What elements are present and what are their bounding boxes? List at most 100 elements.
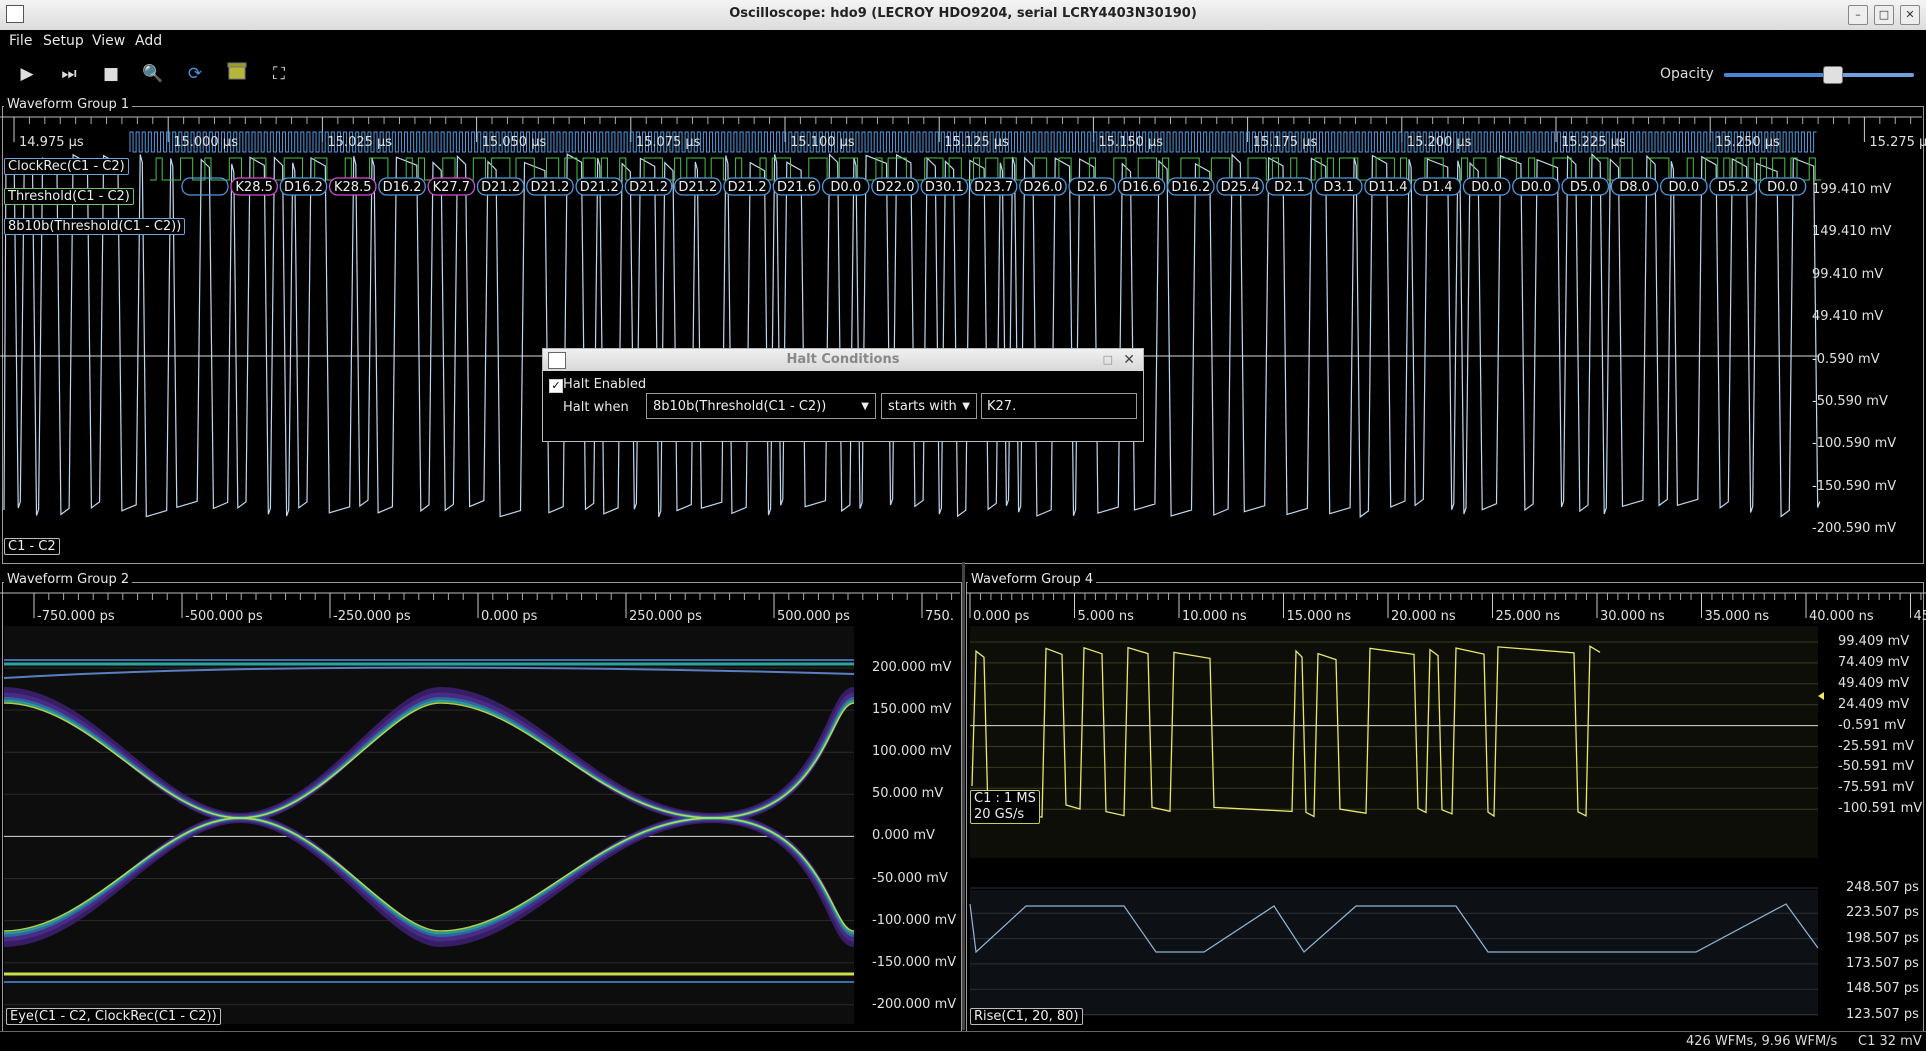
trigger-level-marker (1818, 692, 1824, 700)
decoded-symbol: D21.2 (580, 180, 619, 195)
decoded-symbol: D21.2 (728, 180, 767, 195)
time-tick-label: 15.000 ns (1287, 609, 1352, 624)
halt-source-select[interactable]: 8b10b(Threshold(C1 - C2)) ▼ (646, 393, 876, 419)
play-icon[interactable]: ▶ (12, 60, 42, 88)
decoded-symbol: D22.0 (876, 180, 915, 195)
dialog-maximize-icon[interactable]: □ (1103, 349, 1113, 371)
clear-history-icon[interactable] (222, 60, 252, 88)
channel-status: C1 32 mV (1858, 1034, 1922, 1049)
y-tick-label: -50.000 mV (872, 871, 948, 886)
time-tick-label: 15.175 µs (1253, 135, 1318, 150)
y-tick-label: -200.000 mV (872, 997, 956, 1012)
decoded-symbol: D21.2 (629, 180, 668, 195)
time-tick-label: 15.150 µs (1098, 135, 1163, 150)
menu-add[interactable]: Add (135, 33, 162, 49)
y-tick-label: 74.409 mV (1838, 655, 1909, 670)
channel-label-c1-c2[interactable]: C1 - C2 (4, 538, 60, 555)
dialog-close-icon[interactable]: ✕ (1123, 349, 1135, 371)
y-tick-label: 0.000 mV (872, 828, 935, 843)
y-tick-label: -150.000 mV (872, 955, 956, 970)
time-tick-label: 5.000 ns (1078, 609, 1134, 624)
group-4-plot[interactable] (966, 586, 1926, 1030)
decoded-symbol: D23.7 (974, 180, 1013, 195)
opacity-slider-handle[interactable] (1823, 66, 1843, 84)
halt-value-input[interactable] (981, 393, 1137, 419)
status-bar: 426 WFMs, 9.96 WFM/s C1 32 mV (0, 1031, 1926, 1051)
clockrec-trace-label[interactable]: ClockRec(C1 - C2) (4, 158, 129, 175)
window-title: Oscilloscope: hdo9 (LECROY HDO9204, seri… (0, 6, 1926, 21)
decoded-symbol: K27.7 (433, 180, 470, 195)
pane-splitter[interactable] (962, 562, 965, 1030)
y-tick-label: 99.410 mV (1812, 267, 1883, 282)
threshold-trace-label[interactable]: Threshold(C1 - C2) (4, 188, 134, 205)
decoded-symbol: D21.2 (481, 180, 520, 195)
time-tick-label: 15.075 µs (636, 135, 701, 150)
time-tick-label: 750. (925, 609, 954, 624)
y-tick-label: -0.591 mV (1838, 718, 1906, 733)
eye-pattern-plot[interactable] (0, 586, 962, 1030)
title-bar: Oscilloscope: hdo9 (LECROY HDO9204, seri… (0, 0, 1926, 31)
c1-info-box[interactable]: C1 : 1 MS 20 GS/s (970, 790, 1040, 824)
decoded-symbol: D0.0 (1471, 180, 1502, 195)
opacity-slider-fill (1724, 73, 1832, 77)
minimize-icon[interactable]: – (1848, 5, 1868, 25)
y-tick-label: 100.000 mV (872, 744, 951, 759)
y-tick-label: 248.507 ps (1846, 880, 1919, 895)
decoded-symbol: D8.0 (1619, 180, 1650, 195)
group-1-plot[interactable]: K28.5D16.2K28.5D16.2K27.7D21.2D21.2D21.2… (0, 110, 1926, 560)
halt-enabled-checkbox[interactable]: ✓ (549, 379, 563, 393)
maximize-icon[interactable]: □ (1874, 5, 1894, 25)
y-tick-label: 24.409 mV (1838, 697, 1909, 712)
scope-window: Oscilloscope: hdo9 (LECROY HDO9204, seri… (0, 0, 1926, 1050)
halt-when-label: Halt when (563, 400, 629, 415)
decode-trace-label[interactable]: 8b10b(Threshold(C1 - C2)) (4, 218, 185, 235)
y-tick-label: -150.590 mV (1812, 479, 1896, 494)
decoded-symbol: D0.0 (1767, 180, 1798, 195)
y-tick-label: -0.590 mV (1812, 352, 1880, 367)
close-icon[interactable]: ✕ (1900, 5, 1920, 25)
y-tick-label: 99.409 mV (1838, 634, 1909, 649)
time-tick-label: 45 (1914, 609, 1926, 624)
y-tick-label: 199.410 mV (1812, 182, 1891, 197)
decoded-symbol: D16.2 (284, 180, 323, 195)
time-tick-label: -500.000 ps (185, 609, 263, 624)
menu-setup[interactable]: Setup (43, 33, 84, 49)
halt-condition-select[interactable]: starts with ▼ (881, 393, 977, 419)
time-tick-label: 35.000 ns (1705, 609, 1770, 624)
decoded-symbol: D0.0 (1521, 180, 1552, 195)
y-tick-label: 149.410 mV (1812, 224, 1891, 239)
y-tick-label: 49.410 mV (1812, 309, 1883, 324)
decoded-symbol: D16.2 (383, 180, 422, 195)
toolbar: ▶ ⏭ ■ 🔍 ⟳ ⛶ Opacity (0, 52, 1926, 96)
decoded-symbol: D21.2 (678, 180, 717, 195)
decoded-symbol: K28.5 (235, 180, 272, 195)
time-tick-label: 15.275 µs (1869, 135, 1926, 150)
refresh-icon[interactable]: ⟳ (180, 60, 210, 88)
time-tick-label: 250.000 ps (629, 609, 702, 624)
decoded-symbol: D21.6 (777, 180, 816, 195)
decoded-symbol: D16.6 (1122, 180, 1161, 195)
stop-icon[interactable]: ■ (96, 60, 126, 88)
y-tick-label: 50.000 mV (872, 786, 943, 801)
rise-trace-label[interactable]: Rise(C1, 20, 80) (970, 1008, 1083, 1025)
halt-enabled-label: Halt Enabled (563, 377, 646, 392)
zoom-icon[interactable]: 🔍 (138, 60, 168, 88)
threshold-waveform (150, 158, 1821, 180)
decoded-symbol: D2.1 (1274, 180, 1305, 195)
decoded-symbol: D25.4 (1221, 180, 1260, 195)
menu-view[interactable]: View (92, 33, 125, 49)
fullscreen-icon[interactable]: ⛶ (264, 60, 294, 88)
single-step-icon[interactable]: ⏭ (54, 60, 84, 88)
decoded-symbol: D3.1 (1323, 180, 1354, 195)
time-tick-label: 14.975 µs (19, 135, 84, 150)
chevron-down-icon: ▼ (962, 394, 970, 420)
decoded-symbol: D0.0 (830, 180, 861, 195)
menu-file[interactable]: File (9, 33, 32, 49)
y-tick-label: 198.507 ps (1846, 931, 1919, 946)
time-tick-label: 30.000 ns (1600, 609, 1665, 624)
y-tick-label: 49.409 mV (1838, 676, 1909, 691)
chevron-down-icon: ▼ (861, 394, 869, 420)
eye-trace-label[interactable]: Eye(C1 - C2, ClockRec(C1 - C2)) (6, 1008, 221, 1025)
time-tick-label: -750.000 ps (37, 609, 115, 624)
decoded-symbol: D1.4 (1422, 180, 1453, 195)
